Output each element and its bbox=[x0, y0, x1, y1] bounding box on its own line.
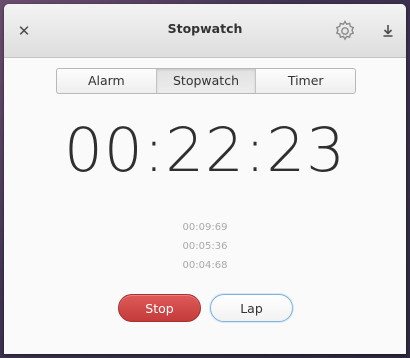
tab-alarm[interactable]: Alarm bbox=[57, 69, 156, 93]
stop-button[interactable]: Stop bbox=[118, 294, 201, 322]
mode-switch: Alarm Stopwatch Timer bbox=[56, 68, 356, 94]
lap-time: 00:09:69 bbox=[182, 222, 228, 233]
download-icon[interactable] bbox=[380, 22, 396, 40]
tab-timer[interactable]: Timer bbox=[255, 69, 355, 93]
lap-time: 00:05:36 bbox=[182, 241, 228, 252]
lap-time: 00:04:68 bbox=[182, 260, 228, 271]
tab-stopwatch[interactable]: Stopwatch bbox=[155, 69, 256, 93]
stopwatch-time: 00:22:23 bbox=[64, 115, 346, 186]
lap-button[interactable]: Lap bbox=[210, 294, 293, 322]
title-bar: ✕ Stopwatch bbox=[4, 4, 406, 58]
stopwatch-window: ✕ Stopwatch Alarm Stopwatch Timer 00:22:… bbox=[4, 4, 406, 354]
gear-icon[interactable] bbox=[333, 19, 357, 43]
lap-list: 00:09:69 00:05:36 00:04:68 bbox=[4, 218, 406, 275]
